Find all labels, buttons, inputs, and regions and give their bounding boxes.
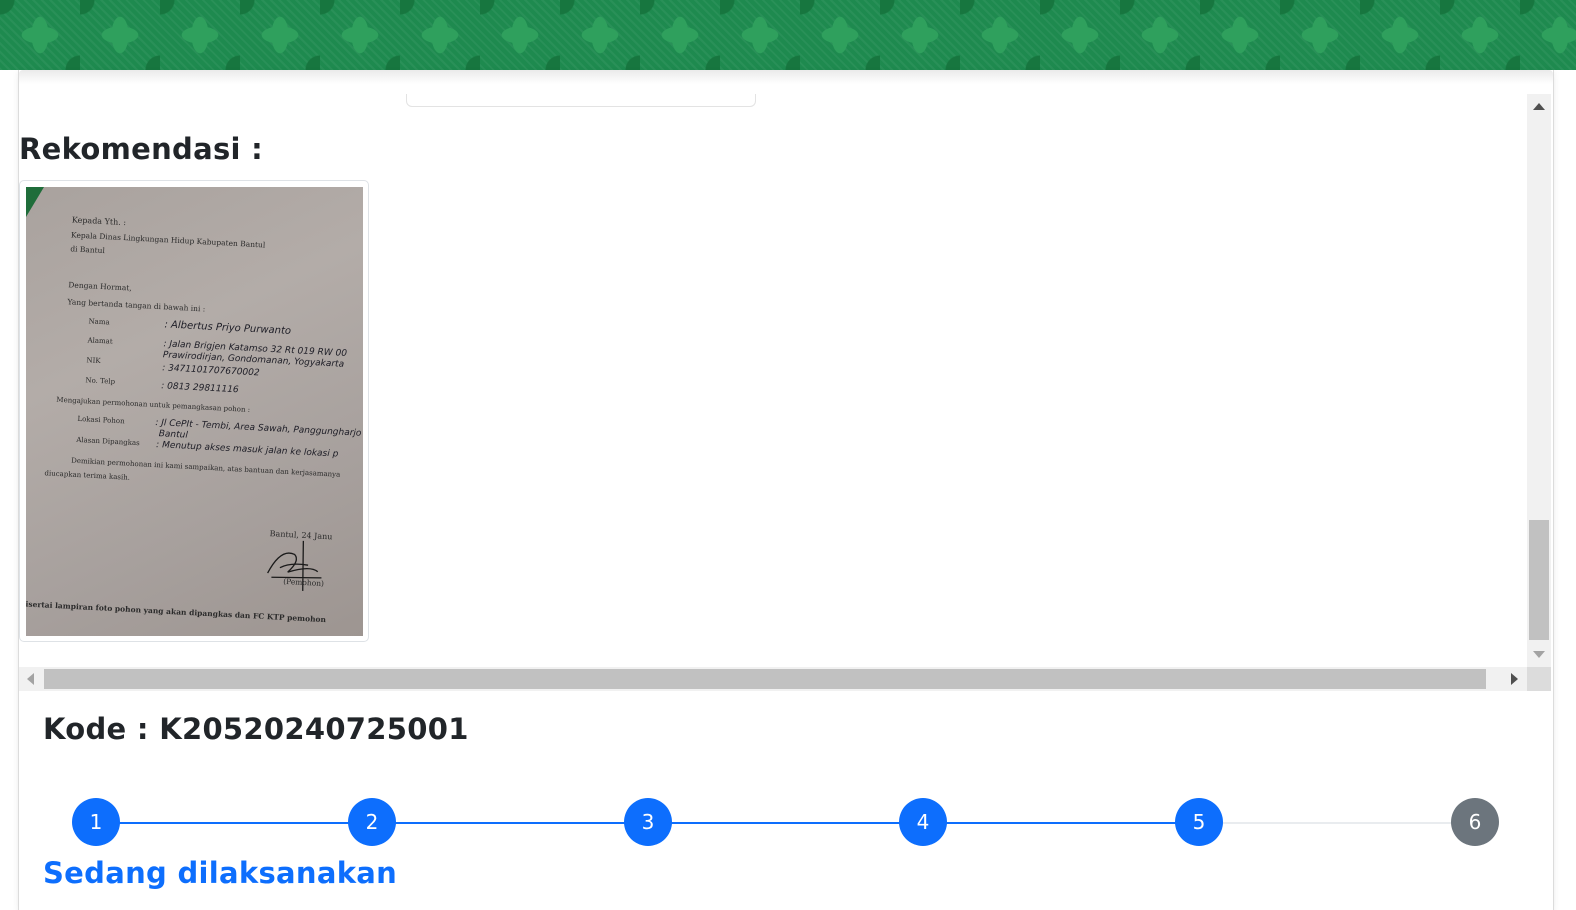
doc-field-value: : 3471101707670002 [162,363,260,378]
doc-place: di Bantul [70,244,106,255]
scrollbar-corner [1527,667,1551,691]
header-banner [0,0,1576,70]
doc-greeting: Dengan Hormat, [68,280,132,292]
horizontal-scroll-thumb[interactable] [44,669,1486,689]
doc-field-label: Nama [88,317,109,326]
doc-tree-value: : Menutup akses masuk jalan ke lokasi p [156,440,339,460]
rekomendasi-document-thumbnail[interactable]: Kepada Yth. : Kepala Dinas Lingkungan Hi… [19,180,369,642]
step-1[interactable]: 1 [72,798,120,846]
step-4[interactable]: 4 [899,798,947,846]
status-heading: Sedang dilaksanakan [43,856,398,890]
attachments-scroll-area[interactable]: Rekomendasi : Kepada Yth. : Kepala Dinas… [19,94,1525,667]
doc-closing-2: diucapkan terima kasih. [44,469,130,481]
doc-tree-label: Alasan Dipangkas [75,436,140,447]
doc-intro: Yang bertanda tangan di bawah ini : [66,297,205,313]
scroll-left-arrow-icon[interactable] [27,673,34,685]
step-3[interactable]: 3 [624,798,672,846]
step-5[interactable]: 5 [1175,798,1223,846]
doc-request: Mengajukan permohonan untuk pemangkasan … [56,396,250,414]
doc-tree-value: Bantul [158,429,188,441]
doc-footnote: : Disertai lampiran foto pohon yang akan… [26,599,327,624]
step-connector [923,822,1199,824]
doc-field-label: NIK [86,356,101,365]
step-connector-pending [1199,822,1475,824]
rekomendasi-title: Rekomendasi : [19,132,264,166]
step-6[interactable]: 6 [1451,798,1499,846]
rekomendasi-document-photo: Kepada Yth. : Kepala Dinas Lingkungan Hi… [26,187,363,636]
doc-field-value: : Albertus Priyo Purwanto [164,319,291,337]
horizontal-scrollbar[interactable] [19,667,1527,691]
step-connector [96,822,372,824]
step-2[interactable]: 2 [348,798,396,846]
progress-stepper: 1 2 3 4 5 6 [0,798,1576,848]
doc-field-label: Alamat [86,336,113,345]
document-letter: Kepada Yth. : Kepala Dinas Lingkungan Hi… [26,215,362,624]
doc-salutation: Kepada Yth. : [72,215,127,227]
doc-tree-label: Lokasi Pohon [77,415,125,425]
previous-image-thumbnail[interactable] [406,94,756,107]
doc-field-label: No. Telp [85,376,116,386]
vertical-scroll-thumb[interactable] [1529,520,1549,640]
vertical-scrollbar[interactable] [1527,94,1551,667]
step-connector [372,822,648,824]
kode-heading: Kode : K20520240725001 [43,712,469,746]
step-connector [648,822,923,824]
doc-date: Bantul, 24 Janu [269,529,332,541]
doc-field-value: : 0813 29811116 [161,381,239,395]
card-top-edge [19,70,1553,84]
doc-signer: (Pemohon) [283,577,324,588]
scroll-down-arrow-icon[interactable] [1533,651,1545,658]
scroll-up-arrow-icon[interactable] [1533,103,1545,110]
scroll-right-arrow-icon[interactable] [1511,673,1518,685]
